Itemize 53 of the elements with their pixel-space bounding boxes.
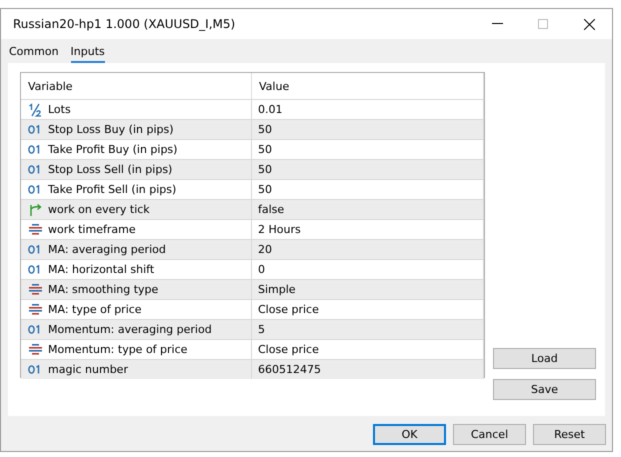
value-cell[interactable]: 50 bbox=[258, 183, 272, 196]
integer-icon bbox=[28, 185, 42, 194]
variable-name: Take Profit Sell (in pips) bbox=[48, 183, 176, 196]
list-icon bbox=[28, 304, 42, 315]
side-button[interactable]: Save bbox=[493, 379, 596, 400]
integer-icon bbox=[28, 265, 42, 274]
window-title: Russian20-hp1 1.000 (XAUUSD_I,M5) bbox=[13, 17, 236, 31]
branch-arrow-icon bbox=[28, 202, 42, 216]
variable-name: MA: averaging period bbox=[48, 243, 166, 256]
list-icon bbox=[28, 224, 42, 235]
value-cell[interactable]: 50 bbox=[258, 123, 272, 136]
integer-icon bbox=[28, 125, 42, 134]
value-cell[interactable]: 660512475 bbox=[258, 363, 321, 376]
variable-name: work on every tick bbox=[48, 203, 150, 216]
integer-icon bbox=[28, 325, 42, 334]
fraction-icon bbox=[28, 102, 42, 116]
column-header[interactable]: Value bbox=[252, 73, 484, 99]
value-cell[interactable]: false bbox=[258, 203, 284, 216]
close-icon[interactable] bbox=[584, 18, 594, 30]
tab[interactable]: Common bbox=[9, 43, 59, 63]
value-cell[interactable]: 50 bbox=[258, 143, 272, 156]
variable-name: MA: horizontal shift bbox=[48, 263, 154, 276]
value-cell[interactable]: 2 Hours bbox=[258, 223, 301, 236]
variable-name: magic number bbox=[48, 363, 128, 376]
variable-name: Momentum: averaging period bbox=[48, 323, 212, 336]
variable-name: work timeframe bbox=[48, 223, 136, 236]
integer-icon bbox=[28, 245, 42, 254]
value-cell[interactable]: Simple bbox=[258, 283, 296, 296]
variable-name: Lots bbox=[48, 103, 71, 116]
variable-name: Momentum: type of price bbox=[48, 343, 188, 356]
side-button[interactable]: Load bbox=[493, 348, 596, 369]
value-cell[interactable]: Close price bbox=[258, 343, 319, 356]
value-cell[interactable]: 50 bbox=[258, 163, 272, 176]
variable-name: Stop Loss Sell (in pips) bbox=[48, 163, 172, 176]
integer-icon bbox=[28, 365, 42, 374]
value-cell[interactable]: 0 bbox=[258, 263, 265, 276]
minimize-icon[interactable] bbox=[492, 23, 502, 25]
dialog-button[interactable]: OK bbox=[373, 424, 446, 445]
list-icon bbox=[28, 284, 42, 295]
variable-name: MA: type of price bbox=[48, 303, 142, 316]
integer-icon bbox=[28, 145, 42, 154]
value-cell[interactable]: 5 bbox=[258, 323, 265, 336]
variable-name: MA: smoothing type bbox=[48, 283, 158, 296]
dialog-button[interactable]: Reset bbox=[533, 424, 606, 445]
list-icon bbox=[28, 344, 42, 355]
column-header[interactable]: Variable bbox=[21, 73, 252, 99]
value-cell[interactable]: 0.01 bbox=[258, 103, 282, 116]
value-cell[interactable]: 20 bbox=[258, 243, 272, 256]
variable-name: Stop Loss Buy (in pips) bbox=[48, 123, 174, 136]
value-cell[interactable]: Close price bbox=[258, 303, 319, 316]
variable-name: Take Profit Buy (in pips) bbox=[48, 143, 178, 156]
dialog-button[interactable]: Cancel bbox=[453, 424, 526, 445]
integer-icon bbox=[28, 165, 42, 174]
